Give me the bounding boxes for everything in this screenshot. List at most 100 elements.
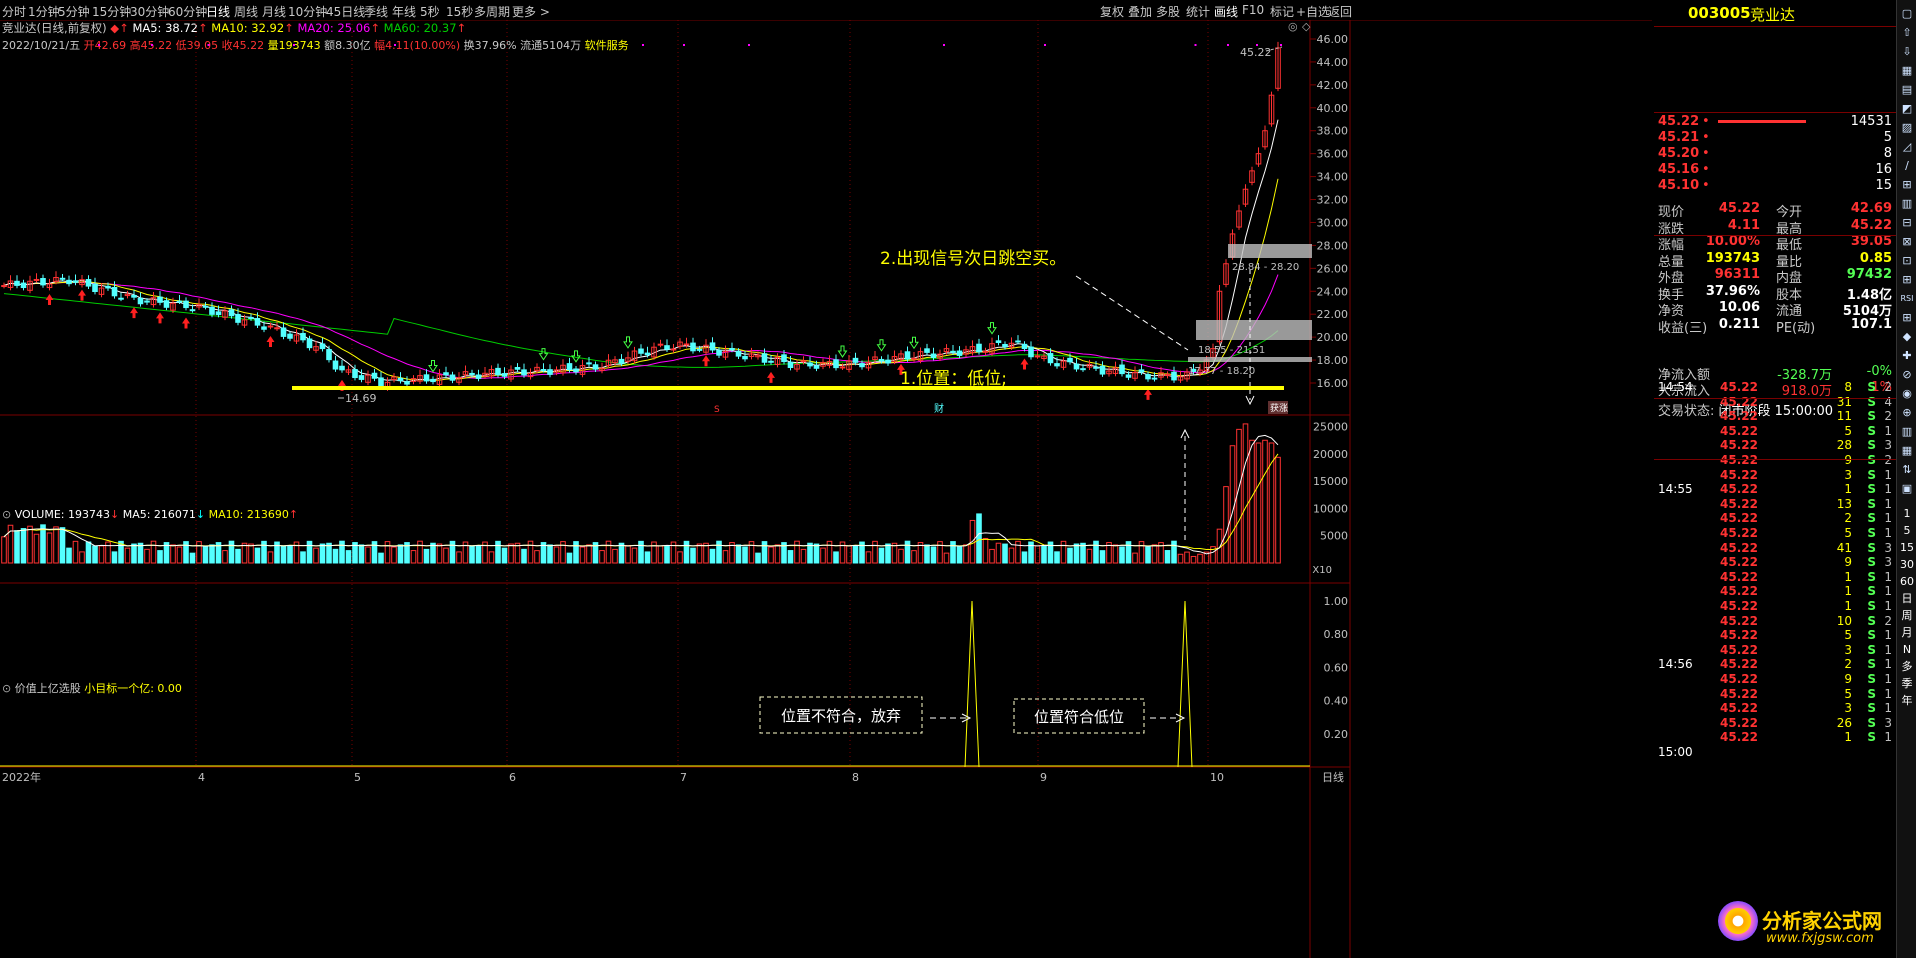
period-tab-9[interactable]: 10分钟 [288,3,327,20]
side-tool-icon[interactable]: ⊠ [1899,234,1915,250]
tick-side: S [1867,730,1876,745]
sell-arrow-icon [428,360,438,373]
volume-bar [1112,544,1119,564]
period-tab-16[interactable]: 更多 > [512,3,550,20]
side-tool-icon[interactable]: ▨ [1899,120,1915,136]
period-tab-0[interactable]: 分时 [2,3,26,20]
side-tool-icon[interactable]: ⊡ [1899,253,1915,269]
side-tool-icon[interactable]: ▢ [1899,6,1915,22]
period-shortcut-button[interactable]: 多 [1899,659,1915,675]
side-tool-icon[interactable]: ⇅ [1899,462,1915,478]
side-tool-icon[interactable]: ◉ [1899,386,1915,402]
side-tool-icon[interactable]: ⇩ [1899,44,1915,60]
volume-bar [222,550,228,564]
order-price: 45.10 [1658,178,1700,193]
side-tool-icon[interactable]: ⊞ [1899,177,1915,193]
side-tool-icon[interactable]: ◆ [1899,329,1915,345]
candle-body [1067,357,1073,363]
period-shortcut-button[interactable]: 5 [1899,523,1915,539]
side-tool-icon[interactable]: ▥ [1899,196,1915,212]
panel-separator [1654,235,1896,236]
period-tab-2[interactable]: 5分钟 [58,3,90,20]
settings-icon[interactable]: ⊙ [2,682,11,695]
period-tab-10[interactable]: 45日线 [326,3,365,20]
period-tab-5[interactable]: 60分钟 [168,3,207,20]
volume-bar [378,552,384,564]
settings-icon[interactable]: ⊙ [2,508,11,521]
tool-button-0[interactable]: 复权 [1100,3,1124,20]
tick-side: S [1867,599,1876,613]
volume-bar [27,525,33,564]
candle-body [352,369,358,379]
tool-button-6[interactable]: 标记 [1270,3,1294,20]
period-shortcut-button[interactable]: 年 [1899,693,1915,709]
period-tab-4[interactable]: 30分钟 [130,3,169,20]
period-shortcut-button[interactable]: N [1899,642,1915,658]
order-volume: 14531 [1850,114,1892,129]
side-tool-icon[interactable]: ▤ [1899,82,1915,98]
side-tool-icon[interactable]: ✚ [1899,348,1915,364]
indicator-name[interactable]: 价值上亿选股 [15,682,81,695]
period-shortcut-button[interactable]: 60 [1899,574,1915,590]
tool-button-7[interactable]: +自选 [1296,3,1330,20]
tick-list[interactable]: 14:54 45.22 8 S 2 45.22 31 S 4 45.22 11 S 2 45.22 5 S 1 4… [1654,380,1896,958]
side-tool-icon[interactable]: ⊞ [1899,310,1915,326]
period-shortcut-button[interactable]: 周 [1899,608,1915,624]
period-tab-6[interactable]: 日线 [206,3,230,20]
volume-bar [137,542,144,564]
candle-body [657,343,664,346]
side-tool-icon[interactable]: ▥ [1899,424,1915,440]
period-shortcut-button[interactable]: 15 [1899,540,1915,556]
tick-price: 45.22 [1720,380,1758,394]
candle-body [163,300,170,308]
side-tool-icon[interactable]: RSI [1899,291,1915,307]
side-tool-icon[interactable]: ▣ [1899,481,1915,497]
candle-body [131,294,137,298]
side-tool-icon[interactable]: ▦ [1899,63,1915,79]
price-axis-label: 46.00 [1317,33,1349,46]
period-tab-13[interactable]: 5秒 [420,3,440,20]
period-tab-15[interactable]: 多周期 [474,3,510,20]
tick-side: S [1867,657,1876,672]
tick-side: S [1867,394,1876,409]
tool-button-4[interactable]: 画线 [1214,3,1238,20]
side-tool-icon[interactable]: ⊞ [1899,272,1915,288]
tool-button-5[interactable]: F10 [1242,3,1264,17]
side-tool-icon[interactable]: ⊘ [1899,367,1915,383]
volume-bar [521,548,527,564]
tick-price: 45.22 [1720,511,1758,526]
period-tab-3[interactable]: 15分钟 [92,3,131,20]
side-tool-icon[interactable]: ⇧ [1899,25,1915,41]
volume-bar [1145,546,1151,564]
side-tool-icon[interactable]: ∕ [1899,158,1915,174]
tick-row: 45.22 5 S 1 [1658,687,1892,701]
tool-button-1[interactable]: 叠加 [1128,3,1152,20]
period-shortcut-button[interactable]: 月 [1899,625,1915,641]
period-tab-14[interactable]: 15秒 [446,3,473,20]
tool-button-2[interactable]: 多股 [1156,3,1180,20]
period-tab-11[interactable]: 季线 [364,3,388,20]
period-shortcut-button[interactable]: 日 [1899,591,1915,607]
side-tool-icon[interactable]: ⊕ [1899,405,1915,421]
period-shortcut-button[interactable]: 季 [1899,676,1915,692]
period-shortcut-button[interactable]: 1 [1899,506,1915,522]
volume-bar [430,542,436,564]
period-tab-12[interactable]: 年线 [392,3,416,20]
period-tab-7[interactable]: 周线 [234,3,258,20]
period-tab-1[interactable]: 1分钟 [28,3,60,20]
side-tool-icon[interactable]: ⊟ [1899,215,1915,231]
buy-arrow-icon [1020,358,1029,370]
side-tool-icon[interactable]: ◩ [1899,101,1915,117]
volume-bar [46,532,53,564]
tick-count: 1 [1884,672,1892,686]
volume-bar [1151,544,1158,564]
kline-chart[interactable]: 46.00 44.00 42.00 40.00 38.00 36.00 34.00 32.00… [0,20,1652,958]
period-shortcut-button[interactable]: 30 [1899,557,1915,573]
date-axis-label: 7 [680,771,687,784]
side-tool-icon[interactable]: ▦ [1899,443,1915,459]
tool-button-3[interactable]: 统计 [1186,3,1210,20]
volume-bar [1164,550,1171,564]
side-tool-icon[interactable]: ◿ [1899,139,1915,155]
period-tab-8[interactable]: 月线 [262,3,286,20]
tool-button-8[interactable]: 返回 [1328,3,1352,20]
